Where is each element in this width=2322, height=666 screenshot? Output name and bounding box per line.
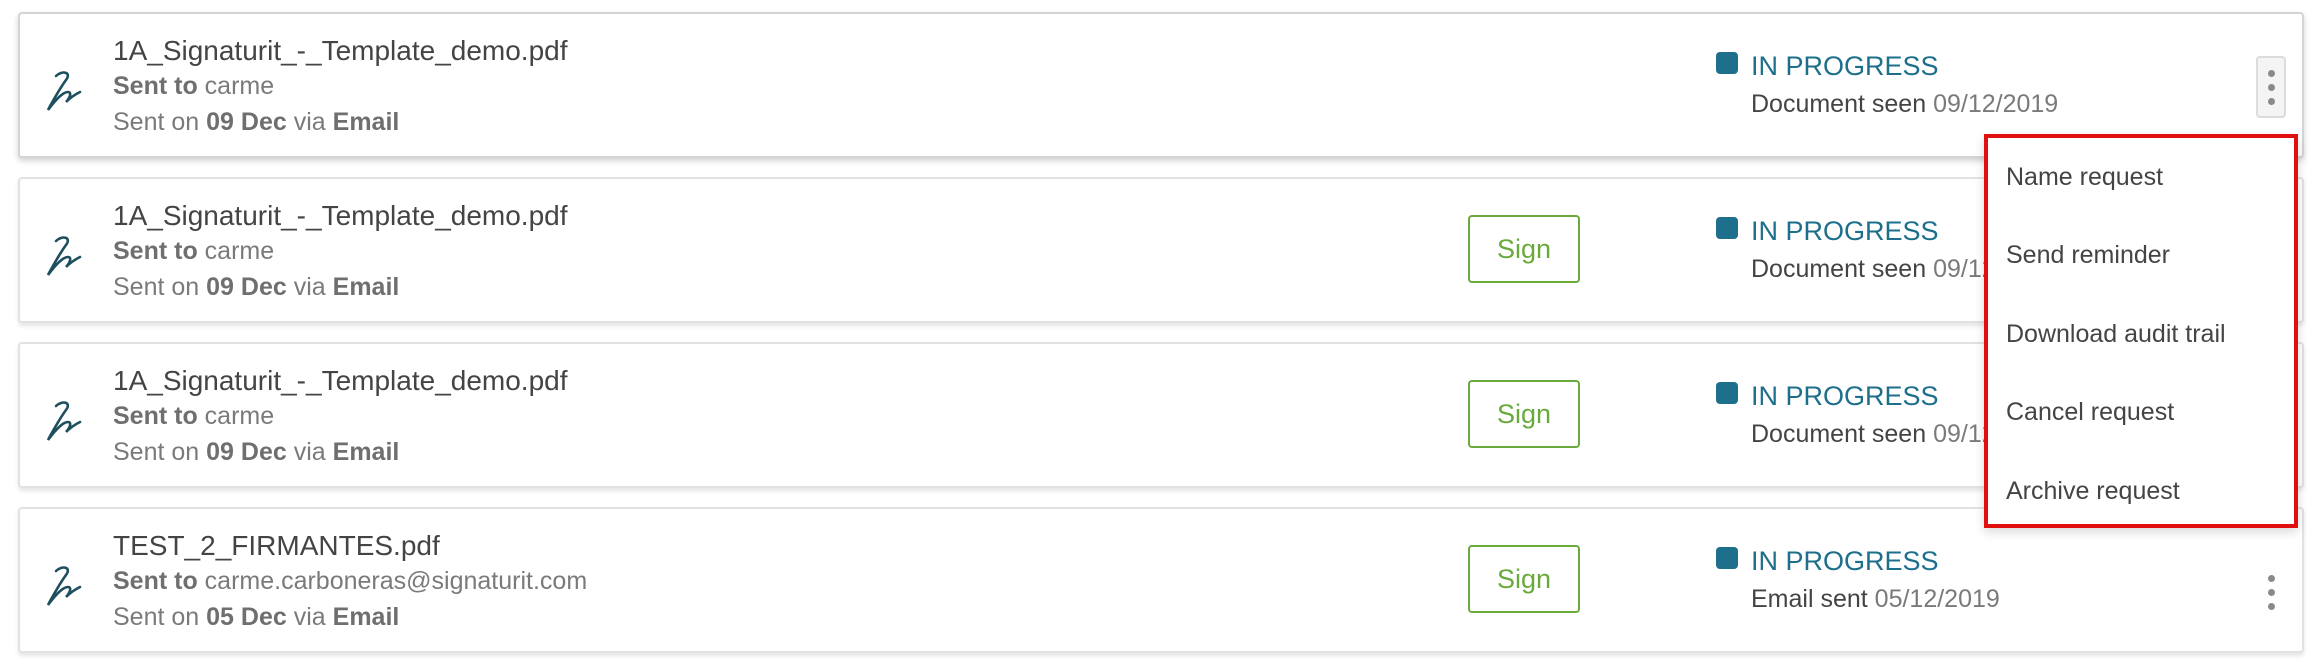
menu-item-archive-request[interactable]: Archive request (1988, 452, 2294, 531)
document-name[interactable]: 1A_Signaturit_-_Template_demo.pdf (113, 200, 568, 232)
status-label: IN PROGRESS (1751, 216, 1939, 246)
status-detail-label: Email sent (1751, 585, 1868, 613)
status-label: IN PROGRESS (1751, 546, 1939, 576)
status-detail-label: Document seen (1751, 420, 1927, 448)
more-vertical-icon (2267, 69, 2275, 77)
via-label: via (293, 438, 326, 466)
status-detail-date: 09/12/2019 (1933, 90, 2059, 118)
sent-to-label: Sent to (113, 567, 198, 595)
signature-icon (46, 71, 82, 111)
via-label: via (293, 603, 326, 631)
sent-to-recipient: carme (204, 72, 275, 100)
sign-button[interactable]: Sign (1468, 380, 1580, 448)
sent-to-line: Sent to carme.carboneras@signaturit.com (113, 567, 587, 596)
status-detail-date: 05/12/2019 (1874, 585, 2000, 613)
sent-on-line: Sent on 09 Dec via Email (113, 438, 399, 467)
sent-to-recipient: carme (204, 237, 275, 265)
request-row[interactable]: 1A_Signaturit_-_Template_demo.pdf Sent t… (18, 12, 2304, 158)
status-indicator-icon (1716, 52, 1738, 74)
request-row[interactable]: TEST_2_FIRMANTES.pdf Sent to carme.carbo… (18, 507, 2304, 653)
status-indicator-icon (1716, 547, 1738, 569)
sent-on-date: 09 Dec (206, 108, 287, 136)
sent-on-date: 05 Dec (206, 603, 287, 631)
status-indicator-icon (1716, 217, 1738, 239)
signature-icon (46, 236, 82, 276)
more-vertical-icon-dot (2267, 83, 2275, 91)
document-name[interactable]: 1A_Signaturit_-_Template_demo.pdf (113, 35, 568, 67)
sent-on-prefix: Sent on (113, 273, 200, 301)
sent-to-label: Sent to (113, 72, 198, 100)
status-label: IN PROGRESS (1751, 381, 1939, 411)
sent-to-label: Sent to (113, 237, 198, 265)
sent-on-prefix: Sent on (113, 108, 200, 136)
sent-to-label: Sent to (113, 402, 198, 430)
status-detail: Email sent 05/12/2019 (1751, 585, 2000, 614)
signature-icon (46, 566, 82, 606)
delivery-method: Email (332, 108, 400, 136)
sent-on-prefix: Sent on (113, 603, 200, 631)
sign-button[interactable]: Sign (1468, 545, 1580, 613)
more-options-button[interactable] (2256, 561, 2286, 623)
menu-item-name-request[interactable]: Name request (1988, 138, 2294, 217)
sent-to-line: Sent to carme (113, 402, 274, 431)
sent-on-date: 09 Dec (206, 438, 287, 466)
document-name[interactable]: TEST_2_FIRMANTES.pdf (113, 530, 440, 562)
status-detail: Document seen 09/12/2019 (1751, 90, 2058, 119)
via-label: via (293, 273, 326, 301)
sent-on-line: Sent on 09 Dec via Email (113, 273, 399, 302)
menu-item-send-reminder[interactable]: Send reminder (1988, 217, 2294, 296)
status-label: IN PROGRESS (1751, 51, 1939, 81)
request-actions-menu: Name request Send reminder Download audi… (1984, 134, 2298, 528)
more-vertical-icon-dot (2267, 588, 2275, 596)
request-row[interactable]: 1A_Signaturit_-_Template_demo.pdf Sent t… (18, 342, 2304, 488)
delivery-method: Email (332, 273, 400, 301)
sent-to-recipient: carme.carboneras@signaturit.com (204, 567, 588, 595)
via-label: via (293, 108, 326, 136)
delivery-method: Email (332, 438, 400, 466)
signature-icon (46, 401, 82, 441)
more-options-button[interactable] (2256, 56, 2286, 118)
delivery-method: Email (332, 603, 400, 631)
more-vertical-icon-dot (2267, 602, 2275, 610)
document-name[interactable]: 1A_Signaturit_-_Template_demo.pdf (113, 365, 568, 397)
status-detail-label: Document seen (1751, 255, 1927, 283)
menu-item-cancel-request[interactable]: Cancel request (1988, 374, 2294, 453)
sign-button[interactable]: Sign (1468, 215, 1580, 283)
more-vertical-icon (2267, 574, 2275, 582)
more-vertical-icon-dot (2267, 97, 2275, 105)
status-indicator-icon (1716, 382, 1738, 404)
sent-to-line: Sent to carme (113, 237, 274, 266)
sent-to-line: Sent to carme (113, 72, 274, 101)
request-row[interactable]: 1A_Signaturit_-_Template_demo.pdf Sent t… (18, 177, 2304, 323)
status-detail-label: Document seen (1751, 90, 1927, 118)
sent-to-recipient: carme (204, 402, 275, 430)
sent-on-prefix: Sent on (113, 438, 200, 466)
sent-on-line: Sent on 09 Dec via Email (113, 108, 399, 137)
sent-on-date: 09 Dec (206, 273, 287, 301)
menu-item-download-audit-trail[interactable]: Download audit trail (1988, 295, 2294, 374)
sent-on-line: Sent on 05 Dec via Email (113, 603, 399, 632)
